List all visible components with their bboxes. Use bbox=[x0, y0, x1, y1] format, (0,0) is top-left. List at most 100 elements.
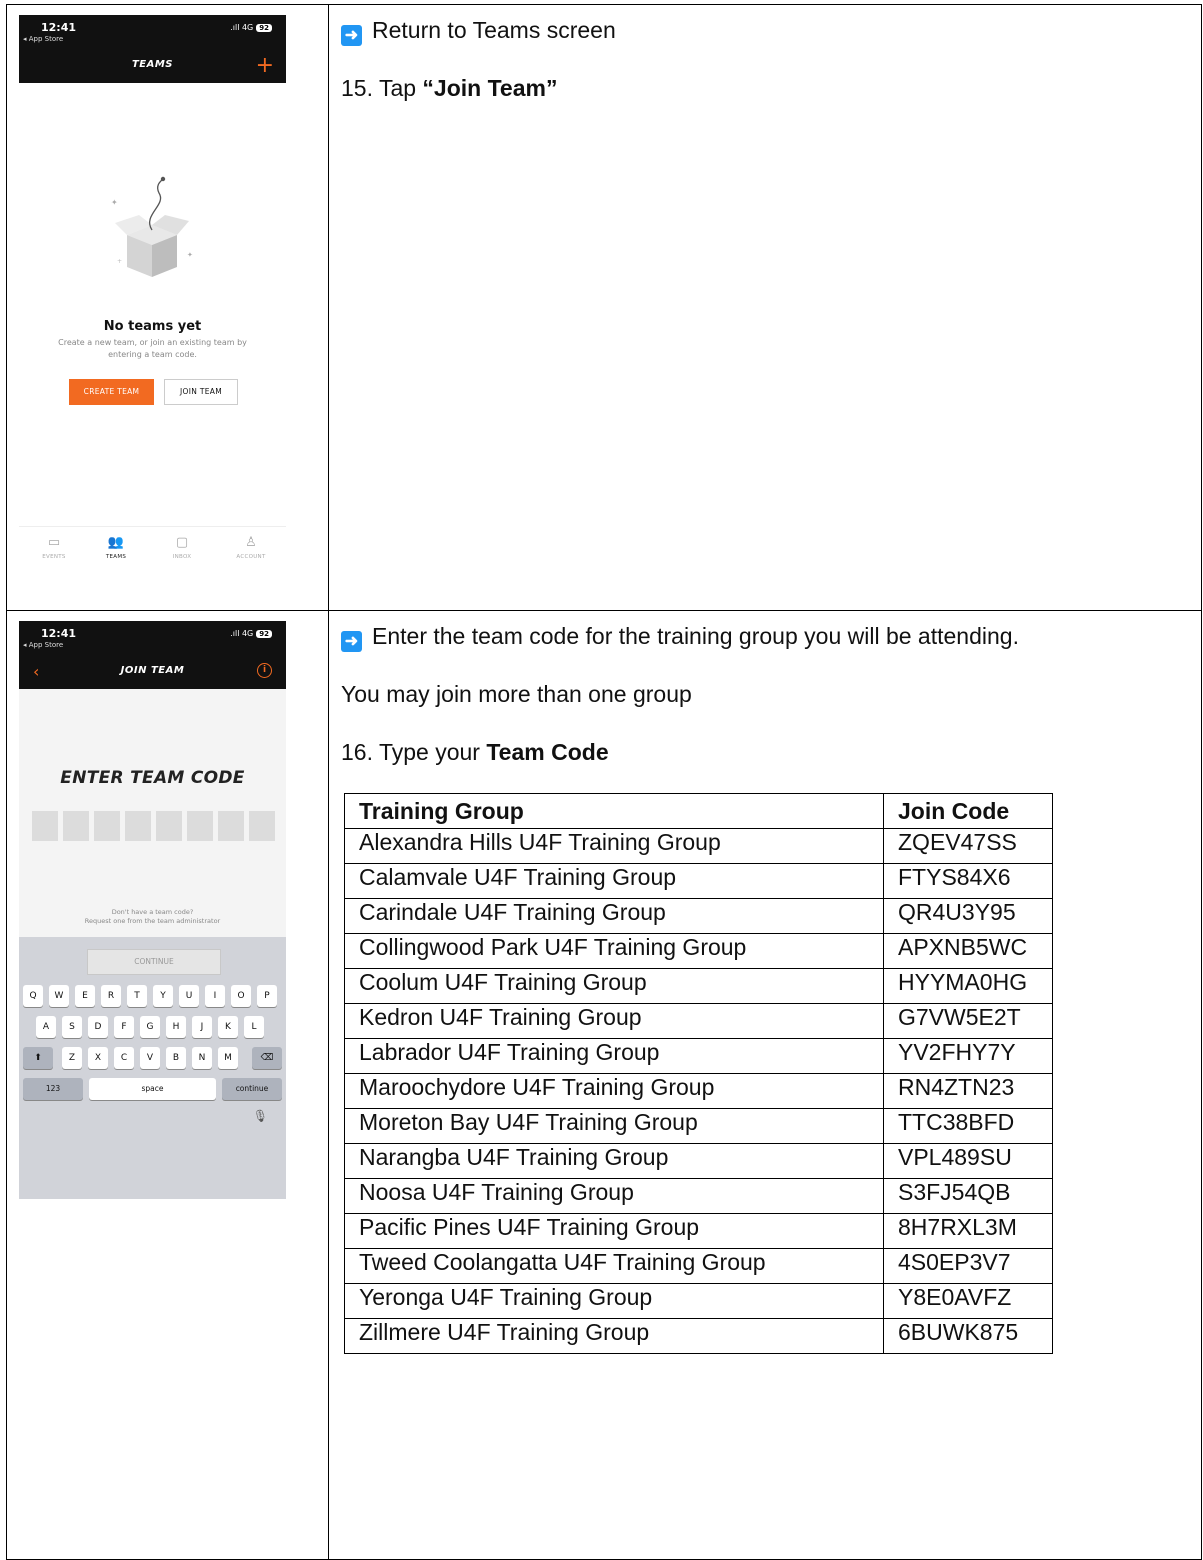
key[interactable]: H bbox=[166, 1016, 186, 1038]
join-code-cell: YV2FHY7Y bbox=[883, 1038, 1053, 1074]
join-code-cell: 4S0EP3V7 bbox=[883, 1248, 1053, 1284]
code-digit-box[interactable] bbox=[125, 811, 151, 841]
table-row: Labrador U4F Training Group YV2FHY7Y bbox=[344, 1038, 1053, 1074]
join-code-cell: Y8E0AVFZ bbox=[883, 1283, 1053, 1319]
training-group-cell: Collingwood Park U4F Training Group bbox=[344, 933, 884, 969]
arrow-right-icon: ➜ bbox=[341, 25, 362, 46]
screenshot-cell-teams: 12:41 ◂ App Store .ıll 4G 92 TEAMS + ✦ ✦… bbox=[6, 4, 329, 611]
key[interactable]: B bbox=[166, 1047, 186, 1069]
space-key[interactable]: space bbox=[89, 1078, 216, 1100]
join-code-cell: APXNB5WC bbox=[883, 933, 1053, 969]
key[interactable]: W bbox=[49, 985, 69, 1007]
code-digit-box[interactable] bbox=[218, 811, 244, 841]
step16-instruction: ➜ Enter the team code for the training gr… bbox=[341, 623, 1019, 652]
tab-teams[interactable]: 👥 TEAMS bbox=[86, 535, 146, 560]
microphone-icon[interactable]: 🎙 bbox=[253, 1109, 268, 1123]
screen-title: JOIN TEAM bbox=[120, 665, 185, 676]
join-code-cell: RN4ZTN23 bbox=[883, 1073, 1053, 1109]
key[interactable]: R bbox=[101, 985, 121, 1007]
add-team-icon[interactable]: + bbox=[256, 53, 274, 78]
key[interactable]: V bbox=[140, 1047, 160, 1069]
key[interactable]: C bbox=[114, 1047, 134, 1069]
app-store-back-link[interactable]: ◂ App Store bbox=[23, 35, 63, 43]
key[interactable]: I bbox=[205, 985, 225, 1007]
key[interactable]: G bbox=[140, 1016, 160, 1038]
tab-bar: ▭ EVENTS 👥 TEAMS ▢ INBOX ♙ ACCOUNT bbox=[19, 526, 286, 582]
table-row: Kedron U4F Training Group G7VW5E2T bbox=[344, 1003, 1053, 1039]
nav-bar: TEAMS + bbox=[19, 51, 286, 83]
key[interactable]: E bbox=[75, 985, 95, 1007]
network-indicator: .ıll 4G 92 bbox=[230, 629, 272, 638]
screenshot-cell-join: 12:41 ◂ App Store .ıll 4G 92 ‹ JOIN TEAM … bbox=[6, 610, 329, 1560]
key[interactable]: T bbox=[127, 985, 147, 1007]
key[interactable]: F bbox=[114, 1016, 134, 1038]
tab-account[interactable]: ♙ ACCOUNT bbox=[221, 535, 281, 560]
shift-key[interactable]: ⬆ bbox=[23, 1047, 53, 1069]
key[interactable]: K bbox=[218, 1016, 238, 1038]
continue-button[interactable]: CONTINUE bbox=[87, 949, 221, 975]
key[interactable]: P bbox=[257, 985, 277, 1007]
arrow-right-icon: ➜ bbox=[341, 631, 362, 652]
code-digit-box[interactable] bbox=[32, 811, 58, 841]
continue-key[interactable]: continue bbox=[222, 1078, 282, 1100]
training-group-cell: Zillmere U4F Training Group bbox=[344, 1318, 884, 1354]
training-group-cell: Alexandra Hills U4F Training Group bbox=[344, 828, 884, 864]
tab-label: EVENTS bbox=[42, 554, 66, 560]
training-group-cell: Pacific Pines U4F Training Group bbox=[344, 1213, 884, 1249]
join-code-cell: TTC38BFD bbox=[883, 1108, 1053, 1144]
join-team-button[interactable]: JOIN TEAM bbox=[164, 379, 238, 405]
join-code-cell: ZQEV47SS bbox=[883, 828, 1053, 864]
tab-label: INBOX bbox=[172, 554, 192, 560]
code-digit-box[interactable] bbox=[94, 811, 120, 841]
code-digit-box[interactable] bbox=[156, 811, 182, 841]
table-row: Yeronga U4F Training Group Y8E0AVFZ bbox=[344, 1283, 1053, 1319]
table-row: Tweed Coolangatta U4F Training Group 4S0E… bbox=[344, 1248, 1053, 1284]
join-code-cell: FTYS84X6 bbox=[883, 863, 1053, 899]
table-row: Pacific Pines U4F Training Group 8H7RXL3M bbox=[344, 1213, 1053, 1249]
backspace-icon[interactable]: ⌫ bbox=[252, 1047, 282, 1069]
info-icon[interactable]: i bbox=[257, 663, 272, 678]
key[interactable]: M bbox=[218, 1047, 238, 1069]
status-time: 12:41 bbox=[41, 21, 77, 34]
key[interactable]: Q bbox=[23, 985, 43, 1007]
table-body: Alexandra Hills U4F Training Group ZQEV47… bbox=[344, 828, 1053, 1354]
key[interactable]: U bbox=[179, 985, 199, 1007]
key[interactable]: N bbox=[192, 1047, 212, 1069]
tab-events[interactable]: ▭ EVENTS bbox=[24, 535, 84, 560]
column-header-group: Training Group bbox=[344, 793, 884, 829]
key[interactable]: A bbox=[36, 1016, 56, 1038]
code-input[interactable] bbox=[32, 811, 275, 841]
join-code-cell: 8H7RXL3M bbox=[883, 1213, 1053, 1249]
numbers-key[interactable]: 123 bbox=[23, 1078, 83, 1100]
key[interactable]: D bbox=[88, 1016, 108, 1038]
table-row: Carindale U4F Training Group QR4U3Y95 bbox=[344, 898, 1053, 934]
tab-inbox[interactable]: ▢ INBOX bbox=[152, 535, 212, 560]
keyboard-area: CONTINUE Q W E R T Y U I O P A S D F G H… bbox=[19, 937, 286, 1199]
code-digit-box[interactable] bbox=[63, 811, 89, 841]
network-indicator: .ıll 4G 92 bbox=[230, 23, 272, 32]
join-code-cell: QR4U3Y95 bbox=[883, 898, 1053, 934]
key[interactable]: L bbox=[244, 1016, 264, 1038]
svg-text:✦: ✦ bbox=[187, 251, 193, 259]
calendar-icon: ▭ bbox=[47, 535, 61, 550]
tab-label: ACCOUNT bbox=[236, 554, 266, 560]
key[interactable]: S bbox=[62, 1016, 82, 1038]
table-row: Noosa U4F Training Group S3FJ54QB bbox=[344, 1178, 1053, 1214]
people-icon: 👥 bbox=[107, 535, 125, 550]
app-store-back-link[interactable]: ◂ App Store bbox=[23, 641, 63, 649]
create-team-button[interactable]: CREATE TEAM bbox=[69, 379, 154, 405]
key[interactable]: X bbox=[88, 1047, 108, 1069]
key[interactable]: O bbox=[231, 985, 251, 1007]
join-code-cell: HYYMA0HG bbox=[883, 968, 1053, 1004]
table-row: Alexandra Hills U4F Training Group ZQEV47… bbox=[344, 828, 1053, 864]
training-group-cell: Noosa U4F Training Group bbox=[344, 1178, 884, 1214]
key[interactable]: Y bbox=[153, 985, 173, 1007]
training-group-cell: Labrador U4F Training Group bbox=[344, 1038, 884, 1074]
key[interactable]: J bbox=[192, 1016, 212, 1038]
code-digit-box[interactable] bbox=[249, 811, 275, 841]
team-codes-table: Training Group Join Code Alexandra Hills… bbox=[344, 793, 1053, 1354]
key[interactable]: Z bbox=[62, 1047, 82, 1069]
code-digit-box[interactable] bbox=[187, 811, 213, 841]
step16-note: You may join more than one group bbox=[341, 681, 692, 707]
teams-screenshot: 12:41 ◂ App Store .ıll 4G 92 TEAMS + ✦ ✦… bbox=[19, 15, 286, 582]
